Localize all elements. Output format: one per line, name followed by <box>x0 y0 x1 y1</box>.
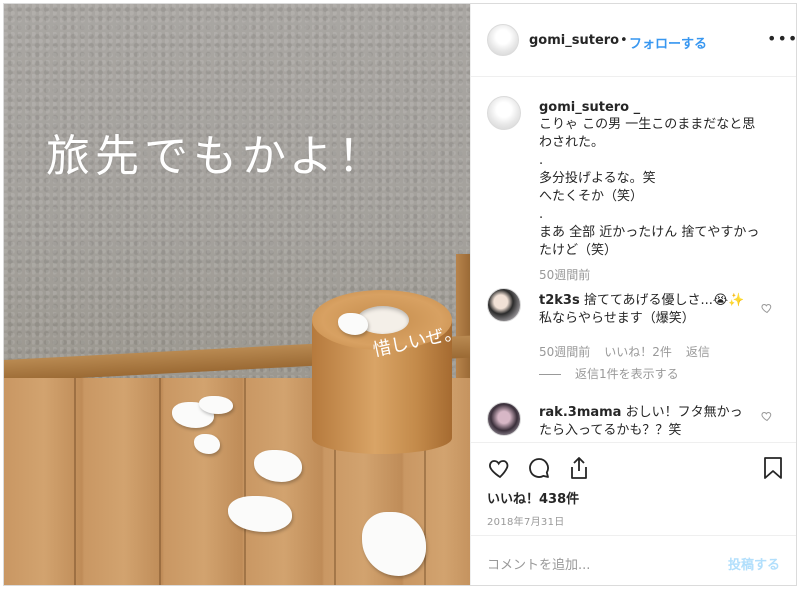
action-bar <box>471 442 796 485</box>
comment-like-heart-icon[interactable] <box>761 302 773 314</box>
comment-input[interactable]: コメントを追加... <box>487 554 590 573</box>
header-username[interactable]: gomi_sutero <box>529 33 619 48</box>
comment-text: 捨ててあげる優しさ...😭✨ <box>583 293 745 308</box>
replies-divider <box>539 374 561 375</box>
caption-username[interactable]: gomi_sutero _ <box>539 100 640 115</box>
comment-text: たら入ってるかも？？笑 <box>539 423 682 438</box>
caption-line: こりゃ この男 一生このままだなと思 <box>539 117 756 132</box>
wooden-trash-bin <box>312 290 452 454</box>
caption-timestamp[interactable]: 50週間前 <box>539 266 590 283</box>
floor-seam <box>159 378 161 585</box>
avatar[interactable] <box>487 24 519 56</box>
more-options-icon[interactable]: ••• <box>767 29 796 48</box>
caption-line: . <box>539 153 544 168</box>
comment-bubble-icon[interactable] <box>527 456 551 480</box>
reply-button[interactable]: 返信 <box>686 345 710 359</box>
post-header: gomi_sutero • フォローする ••• <box>471 4 796 77</box>
comment-like-heart-icon[interactable] <box>761 410 773 422</box>
caption-line: へたくそか（笑） <box>539 189 644 204</box>
like-count[interactable]: いいね！438件 <box>487 488 579 507</box>
comment-meta: 50週間前 いいね！2件 返信 <box>539 343 724 360</box>
comment-username[interactable]: rak.3mama <box>539 405 621 420</box>
caption-text: こりゃ この男 一生このままだなと思 わされた。 . 多分投げよるな。笑 へたく… <box>539 116 779 260</box>
post-photo[interactable]: 旅先でもかよ！ 惜しいぜ。 <box>4 4 470 585</box>
caption-avatar[interactable] <box>487 96 521 130</box>
share-icon[interactable] <box>567 455 591 481</box>
tissue <box>194 434 220 454</box>
comment-text: おしい！フタ無かっ <box>625 405 743 420</box>
post-date[interactable]: 2018年7月31日 <box>487 513 565 528</box>
follow-button[interactable]: フォローする <box>629 33 707 52</box>
add-comment-bar: コメントを追加... 投稿する <box>471 535 796 585</box>
commenter-avatar[interactable] <box>487 288 521 322</box>
comment-item: t2k3s 捨ててあげる優しさ...😭✨ 私ならやらせます（爆笑） <box>539 292 753 328</box>
caption-line: まあ 全部 近かったけん 捨てやすかっ <box>539 225 760 240</box>
comment-text: 私ならやらせます（爆笑） <box>539 311 695 326</box>
comment-username[interactable]: t2k3s <box>539 293 580 308</box>
caption-line: わされた。 <box>539 135 605 150</box>
caption-line: 多分投げよるな。笑 <box>539 171 656 186</box>
separator-dot: • <box>620 33 628 48</box>
comment-timestamp[interactable]: 50週間前 <box>539 345 590 359</box>
post-side-panel: gomi_sutero • フォローする ••• gomi_sutero _ こ… <box>470 4 796 585</box>
post-comment-button[interactable]: 投稿する <box>728 554 780 573</box>
view-replies-label[interactable]: 返信1件を表示する <box>575 367 679 381</box>
comment-like-count[interactable]: いいね！2件 <box>604 345 672 359</box>
commenter-avatar[interactable] <box>487 402 521 436</box>
view-replies[interactable]: 返信1件を表示する <box>539 365 679 382</box>
like-heart-icon[interactable] <box>487 456 513 480</box>
post-container: 旅先でもかよ！ 惜しいぜ。 gomi_sutero • フォローする ••• g… <box>3 3 797 586</box>
bookmark-icon[interactable] <box>763 456 783 480</box>
floor-seam <box>74 378 76 585</box>
caption-line: . <box>539 207 544 222</box>
floor-seam <box>244 378 246 585</box>
comment-item: rak.3mama おしい！フタ無かっ たら入ってるかも？？笑 <box>539 404 753 440</box>
caption-line: たけど（笑） <box>539 243 618 258</box>
photo-overlay-text: 旅先でもかよ！ <box>46 131 387 182</box>
